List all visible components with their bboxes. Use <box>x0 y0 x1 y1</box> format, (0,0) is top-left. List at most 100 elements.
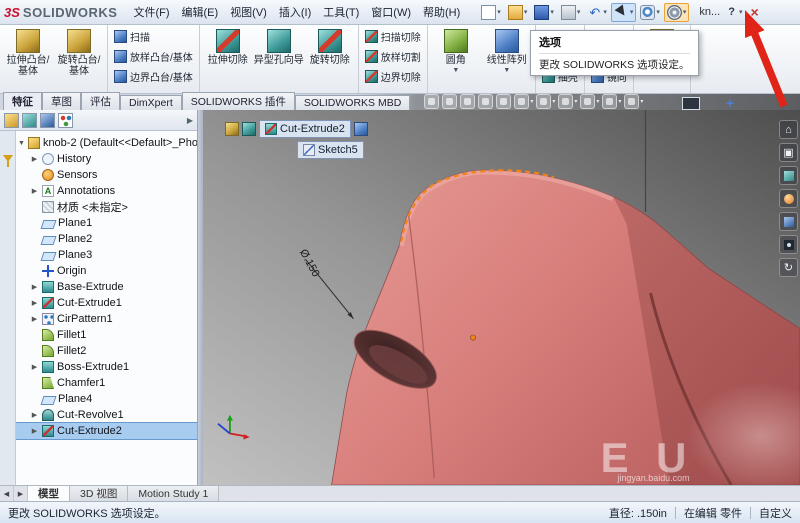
ribbon-button[interactable]: 拉伸凸台/基体 <box>3 27 53 79</box>
menu-item[interactable]: 插入(I) <box>273 5 317 21</box>
ribbon-button[interactable]: 拉伸切除 <box>203 27 253 68</box>
open-dropdown-icon[interactable]: ▾ <box>524 8 528 16</box>
expand-arrow-icon[interactable]: ▶ <box>30 315 39 323</box>
configuration-manager-tab-icon[interactable] <box>40 112 55 128</box>
dropdown-arrow-icon[interactable]: ▾ <box>574 98 577 105</box>
rotate-view-icon[interactable]: ↻ <box>779 258 798 277</box>
annotation-view-icon[interactable] <box>496 94 512 109</box>
tab-scroll-right-icon[interactable]: ▶ <box>14 486 28 501</box>
expand-arrow-icon[interactable]: ▶ <box>30 411 39 419</box>
new-document-dropdown-icon[interactable]: ▾ <box>497 8 501 16</box>
document-tab[interactable]: 模型 <box>28 486 70 501</box>
sketch-point[interactable] <box>470 334 476 341</box>
help-dropdown-icon[interactable]: ▾ <box>739 8 743 16</box>
tree-item[interactable]: 材质 <未指定> <box>16 199 197 215</box>
ribbon-button[interactable]: 扫描切除 <box>362 27 424 46</box>
apply-scene-icon[interactable]: ▾ <box>602 94 621 109</box>
feature-tree-tab-icon[interactable] <box>4 112 19 128</box>
dropdown-arrow-icon[interactable]: ▼ <box>452 67 459 74</box>
close-button[interactable]: × <box>746 4 762 20</box>
commandmanager-tab[interactable]: 评估 <box>81 92 120 110</box>
select-arrow-button[interactable]: ▾ <box>610 2 637 22</box>
display-settings-button[interactable]: ▾ <box>637 3 663 22</box>
display-style-tool-icon[interactable] <box>779 166 798 185</box>
ribbon-button[interactable]: 旋转凸台/基体 <box>54 27 104 79</box>
tree-item[interactable]: Fillet1 <box>16 327 197 343</box>
expand-arrow-icon[interactable]: ▶ <box>30 363 39 371</box>
tree-item[interactable]: ▶ Cut-Revolve1 <box>16 407 197 423</box>
tree-item[interactable]: ▼knob-2 (Default<<Default>_PhotoWo... <box>16 135 197 151</box>
dropdown-arrow-icon[interactable]: ▾ <box>640 98 643 105</box>
undo-dropdown-icon[interactable]: ▾ <box>603 8 607 16</box>
panel-flyout-arrow-icon[interactable]: ▶ <box>187 116 193 125</box>
print-button[interactable]: ▾ <box>558 3 584 22</box>
ribbon-button[interactable]: 放样凸台/基体 <box>111 47 196 66</box>
property-manager-tab-icon[interactable] <box>22 112 37 128</box>
display-settings-dropdown-icon[interactable]: ▾ <box>656 8 660 16</box>
appearance-tool-icon[interactable] <box>779 189 798 208</box>
filter-funnel-icon[interactable] <box>2 155 13 167</box>
ribbon-button[interactable]: 扫描 <box>111 27 153 46</box>
ribbon-button[interactable]: 边界切除 <box>362 67 424 86</box>
expand-arrow-icon[interactable]: ▶ <box>30 283 39 291</box>
zoom-fit-icon[interactable] <box>424 94 440 109</box>
breadcrumb-sketch-chip[interactable]: Sketch5 <box>297 141 364 159</box>
new-document-button[interactable]: ▾ <box>478 3 504 22</box>
document-tab[interactable]: 3D 视图 <box>70 486 129 501</box>
open-button[interactable]: ▾ <box>505 3 531 22</box>
commandmanager-tab[interactable]: SOLIDWORKS 插件 <box>181 92 295 110</box>
options-gear-dropdown-icon[interactable]: ▾ <box>683 8 687 16</box>
commandmanager-tab[interactable]: 草图 <box>42 92 81 110</box>
undo-button[interactable]: ▾ <box>584 3 610 22</box>
tree-item[interactable]: Plane3 <box>16 247 197 263</box>
tree-item[interactable]: Fillet2 <box>16 343 197 359</box>
expand-arrow-icon[interactable]: ▶ <box>30 155 39 163</box>
view-settings-icon[interactable]: ▾ <box>624 94 643 109</box>
display-style-icon[interactable]: ▾ <box>536 94 555 109</box>
fullscreen-preview-icon[interactable] <box>681 97 700 112</box>
ribbon-button[interactable]: 边界凸台/基体 <box>111 67 196 86</box>
commandmanager-tab[interactable]: SOLIDWORKS MBD <box>294 95 411 110</box>
tab-scroll-left-icon[interactable]: ◀ <box>0 486 14 501</box>
menu-item[interactable]: 窗口(W) <box>365 5 417 21</box>
breadcrumb-body-icon[interactable] <box>242 122 256 136</box>
menu-item[interactable]: 视图(V) <box>224 5 273 21</box>
ribbon-button[interactable]: 线性阵列 ▼ <box>482 27 532 76</box>
tree-item[interactable]: Plane4 <box>16 391 197 407</box>
tree-item[interactable]: Plane2 <box>16 231 197 247</box>
section-view-icon[interactable] <box>478 94 494 109</box>
previous-view-icon[interactable] <box>460 94 476 109</box>
tree-item[interactable]: ▶Annotations <box>16 183 197 199</box>
dropdown-arrow-icon[interactable]: ▾ <box>530 98 533 105</box>
scene-tool-icon[interactable] <box>779 212 798 231</box>
tree-item[interactable]: ▶ Cut-Extrude1 <box>16 295 197 311</box>
commandmanager-tab[interactable]: 特征 <box>3 92 42 110</box>
tree-item[interactable]: ▶ Cut-Extrude2 <box>16 422 197 440</box>
display-manager-tab-icon[interactable] <box>58 112 73 128</box>
tree-item[interactable]: Origin <box>16 263 197 279</box>
tree-item[interactable]: ▶ Boss-Extrude1 <box>16 359 197 375</box>
menu-item[interactable]: 帮助(H) <box>417 5 466 21</box>
pan-compass-icon[interactable]: + <box>726 96 734 110</box>
menu-item[interactable]: 文件(F) <box>127 5 175 21</box>
breadcrumb-part-icon[interactable] <box>225 122 239 136</box>
hide-show-items-icon[interactable]: ▾ <box>558 94 577 109</box>
expand-arrow-icon[interactable]: ▼ <box>18 140 25 147</box>
commandmanager-tab[interactable]: DimXpert <box>120 95 182 110</box>
menu-item[interactable]: 编辑(E) <box>176 5 225 21</box>
breadcrumb-more-icon[interactable] <box>353 122 368 136</box>
print-dropdown-icon[interactable]: ▾ <box>577 8 581 16</box>
menu-item[interactable]: 工具(T) <box>317 5 365 21</box>
viewport-3d[interactable]: Ø.150 E U jingyan.baidu.com Cut-Extrude2… <box>203 110 800 485</box>
tree-item[interactable]: ▶ History <box>16 151 197 167</box>
document-tab[interactable]: Motion Study 1 <box>128 486 220 501</box>
ribbon-button[interactable]: 放样切割 <box>362 47 424 66</box>
tree-item[interactable]: ▶ CirPattern1 <box>16 311 197 327</box>
dropdown-arrow-icon[interactable]: ▾ <box>552 98 555 105</box>
expand-arrow-icon[interactable]: ▶ <box>30 187 39 195</box>
breadcrumb-feature-chip[interactable]: Cut-Extrude2 <box>259 120 351 138</box>
edit-appearance-icon[interactable]: ▾ <box>580 94 599 109</box>
save-dropdown-icon[interactable]: ▾ <box>550 8 554 16</box>
expand-arrow-icon[interactable]: ▶ <box>30 299 39 307</box>
dropdown-arrow-icon[interactable]: ▾ <box>596 98 599 105</box>
